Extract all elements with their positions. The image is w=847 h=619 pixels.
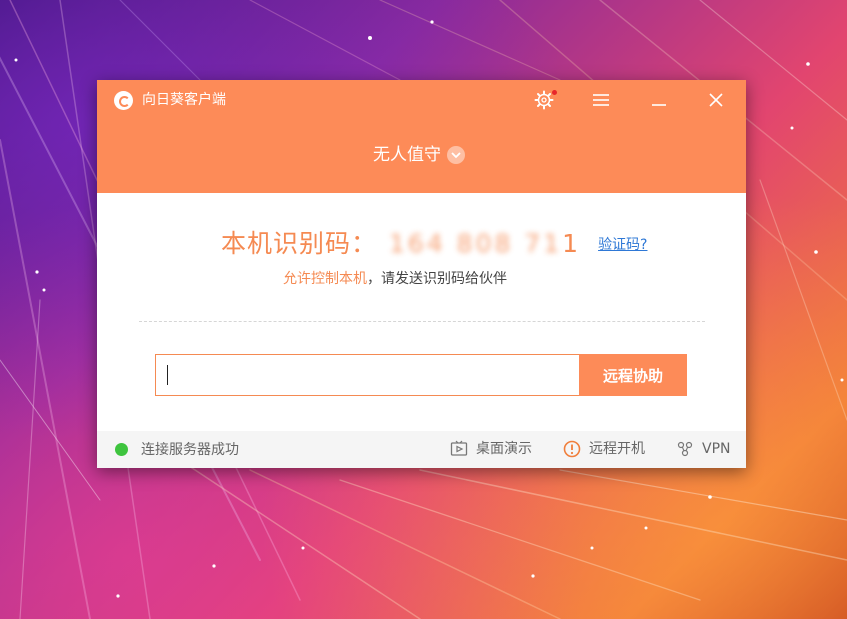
sunflower-logo-icon — [114, 91, 133, 110]
app-title: 向日葵客户端 — [142, 92, 226, 108]
desktop-demo-button[interactable]: 桌面演示 — [450, 439, 532, 459]
window-header: 向日葵客户端 无人值守 — [97, 80, 746, 193]
minimize-icon — [652, 104, 666, 106]
partner-id-input[interactable] — [155, 354, 579, 396]
connection-status-text: 连接服务器成功 — [141, 442, 239, 458]
play-screen-icon — [450, 440, 468, 458]
connection-status-icon — [115, 443, 128, 456]
status-bar: 连接服务器成功 桌面演示 远程开机 VPN — [97, 431, 746, 468]
device-id-masked: 164 808 71 — [389, 229, 563, 258]
text-caret — [167, 365, 168, 385]
device-id-row: 本机识别码： 164 808 71 1 验证码? — [221, 228, 648, 260]
mode-label: 无人值守 — [373, 145, 441, 165]
hamburger-icon — [593, 94, 609, 106]
desktop-wallpaper: 向日葵客户端 无人值守 本机识别码： 164 808 71 1 验证码? 允许控… — [0, 0, 847, 619]
remote-assist-button[interactable]: 远程协助 — [579, 354, 687, 396]
dashed-divider — [139, 321, 705, 322]
chevron-down-icon — [447, 146, 465, 164]
desktop-demo-label: 桌面演示 — [476, 441, 532, 457]
allow-control-link[interactable]: 允许控制本机 — [283, 271, 367, 287]
verification-code-link[interactable]: 验证码? — [598, 234, 647, 254]
device-id-label: 本机识别码： — [221, 229, 378, 258]
remote-boot-label: 远程开机 — [589, 441, 645, 457]
vpn-nodes-icon — [676, 440, 694, 458]
settings-button[interactable] — [529, 86, 559, 114]
control-hint: 允许控制本机，请发送识别码给伙伴 — [283, 269, 507, 289]
vpn-label: VPN — [702, 441, 731, 457]
hint-text: ，请发送识别码给伙伴 — [367, 271, 507, 287]
close-button[interactable] — [701, 86, 731, 114]
menu-button[interactable] — [586, 86, 616, 114]
sunlogin-client-window: 向日葵客户端 无人值守 本机识别码： 164 808 71 1 验证码? 允许控… — [97, 80, 746, 468]
remote-boot-button[interactable]: 远程开机 — [563, 439, 645, 459]
vpn-button[interactable]: VPN — [676, 439, 731, 459]
minimize-button[interactable] — [644, 86, 674, 114]
close-icon — [709, 93, 723, 107]
mode-dropdown[interactable]: 无人值守 — [373, 143, 465, 167]
device-id-last-digit: 1 — [562, 229, 579, 258]
power-alert-icon — [563, 440, 581, 458]
gear-icon — [534, 90, 554, 110]
notification-dot — [552, 90, 557, 95]
